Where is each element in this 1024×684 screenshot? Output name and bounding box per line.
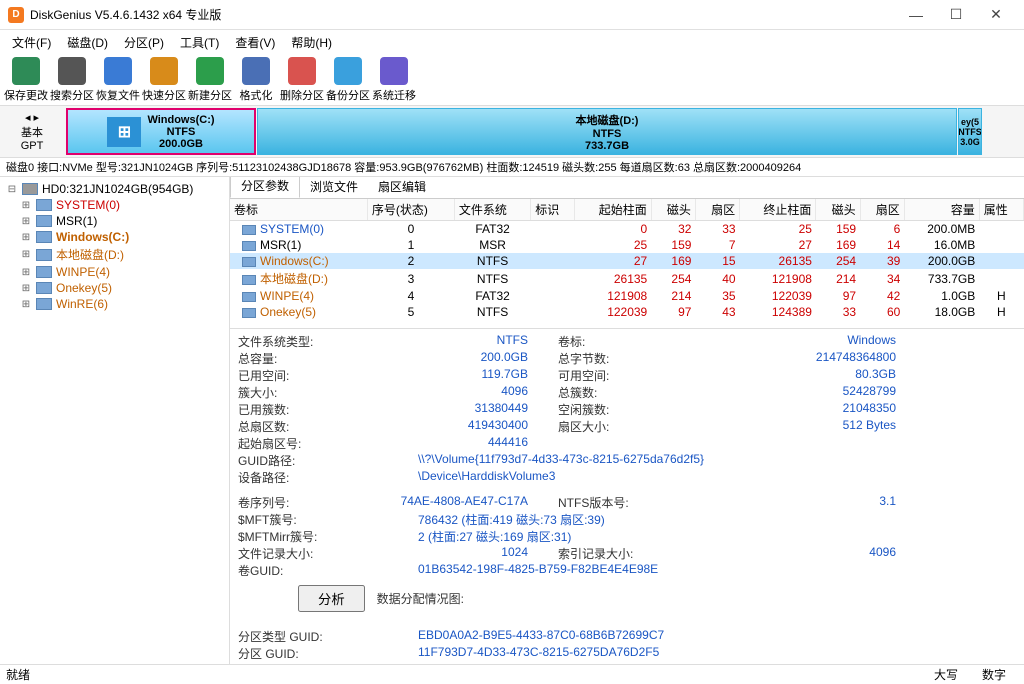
toolbar-搜索分区[interactable]: 搜索分区 — [50, 57, 94, 103]
tree-item-Onekey(5)[interactable]: ⊞Onekey(5) — [2, 280, 227, 296]
table-row[interactable]: Windows(C:)2NTFS27169152613525439200.0GB — [230, 253, 1024, 269]
menu-bar: 文件(F)磁盘(D)分区(P)工具(T)查看(V)帮助(H) — [0, 30, 1024, 54]
nav-arrows[interactable]: ◂ ▸ — [25, 111, 39, 124]
tree-item-WinRE(6)[interactable]: ⊞WinRE(6) — [2, 296, 227, 312]
partition-blocks: ⊞Windows(C:)NTFS200.0GB本地磁盘(D:)NTFS733.7… — [64, 106, 1024, 157]
col-header[interactable]: 标识 — [531, 199, 575, 221]
detail-row: 已用空间:119.7GB可用空间:80.3GB — [238, 367, 1016, 384]
menu-item-2[interactable]: 分区(P) — [116, 32, 172, 53]
detail-row: 分区 GUID:11F793D7-4D33-473C-8215-6275DA76… — [238, 645, 1016, 662]
tab-扇区编辑[interactable]: 扇区编辑 — [368, 177, 436, 198]
detail-row: 分区类型 GUID:EBD0A0A2-B9E5-4433-87C0-68B6B7… — [238, 628, 1016, 645]
analyze-button[interactable]: 分析 — [298, 585, 365, 612]
menu-item-5[interactable]: 帮助(H) — [283, 32, 340, 53]
menu-item-1[interactable]: 磁盘(D) — [59, 32, 116, 53]
table-row[interactable]: WINPE(4)4FAT321219082143512203997421.0GB… — [230, 288, 1024, 304]
detail-row: 文件记录大小:1024索引记录大小:4096 — [238, 545, 1016, 562]
toolbar-格式化[interactable]: 格式化 — [234, 57, 278, 103]
table-row[interactable]: 本地磁盘(D:)3NTFS261352544012190821434733.7G… — [230, 269, 1024, 288]
detail-row: 总容量:200.0GB总字节数:214748364800 — [238, 350, 1016, 367]
detail-row: 文件系统类型:NTFS卷标:Windows — [238, 333, 1016, 350]
detail-panel: 文件系统类型:NTFS卷标:Windows总容量:200.0GB总字节数:214… — [230, 329, 1024, 664]
tree-item-WINPE(4)[interactable]: ⊞WINPE(4) — [2, 264, 227, 280]
col-header[interactable]: 扇区 — [695, 199, 739, 221]
menu-item-3[interactable]: 工具(T) — [172, 32, 227, 53]
menu-item-4[interactable]: 查看(V) — [227, 32, 283, 53]
main-area: ⊟HD0:321JN1024GB(954GB)⊞SYSTEM(0)⊞MSR(1)… — [0, 176, 1024, 664]
toolbar: 保存更改搜索分区恢复文件快速分区新建分区格式化删除分区备份分区系统迁移 — [0, 54, 1024, 106]
tree-root[interactable]: ⊟HD0:321JN1024GB(954GB) — [2, 181, 227, 197]
toolbar-快速分区[interactable]: 快速分区 — [142, 57, 186, 103]
tree-item-Windows(C:)[interactable]: ⊞Windows(C:) — [2, 229, 227, 245]
partition-table-wrap: 卷标序号(状态)文件系统标识起始柱面磁头扇区终止柱面磁头扇区容量属性SYSTEM… — [230, 199, 1024, 329]
partition-block-Windows(C:)[interactable]: ⊞Windows(C:)NTFS200.0GB — [66, 108, 256, 155]
col-header[interactable]: 磁头 — [651, 199, 695, 221]
right-panel: 分区参数浏览文件扇区编辑 卷标序号(状态)文件系统标识起始柱面磁头扇区终止柱面磁… — [230, 177, 1024, 664]
detail-row: 设备路径:\Device\HarddiskVolume3 — [238, 469, 1016, 486]
maximize-button[interactable]: ☐ — [936, 6, 976, 23]
col-header[interactable]: 卷标 — [230, 199, 367, 221]
tab-浏览文件[interactable]: 浏览文件 — [300, 177, 368, 198]
tree-item-SYSTEM(0)[interactable]: ⊞SYSTEM(0) — [2, 197, 227, 213]
detail-row: 卷GUID:01B63542-198F-4825-B759-F82BE4E4E9… — [238, 562, 1016, 579]
toolbar-新建分区[interactable]: 新建分区 — [188, 57, 232, 103]
col-header[interactable]: 序号(状态) — [367, 199, 454, 221]
col-header[interactable]: 终止柱面 — [740, 199, 816, 221]
col-header[interactable]: 文件系统 — [454, 199, 530, 221]
window-title: DiskGenius V5.4.6.1432 x64 专业版 — [30, 6, 896, 23]
toolbar-icon — [58, 57, 86, 85]
status-ready: 就绪 — [6, 666, 30, 683]
col-header[interactable]: 扇区 — [860, 199, 904, 221]
detail-row: GUID路径:\\?\Volume{11f793d7-4d33-473c-821… — [238, 452, 1016, 469]
detail-row: 卷序列号:74AE-4808-AE47-C17ANTFS版本号:3.1 — [238, 494, 1016, 511]
close-button[interactable]: ✕ — [976, 6, 1016, 23]
toolbar-icon — [104, 57, 132, 85]
minimize-button[interactable]: — — [896, 7, 936, 23]
partition-tree: ⊟HD0:321JN1024GB(954GB)⊞SYSTEM(0)⊞MSR(1)… — [0, 177, 230, 664]
col-header[interactable]: 起始柱面 — [575, 199, 651, 221]
toolbar-icon — [196, 57, 224, 85]
toolbar-系统迁移[interactable]: 系统迁移 — [372, 57, 416, 103]
col-header[interactable]: 磁头 — [816, 199, 860, 221]
tab-分区参数[interactable]: 分区参数 — [230, 177, 300, 198]
partition-table: 卷标序号(状态)文件系统标识起始柱面磁头扇区终止柱面磁头扇区容量属性SYSTEM… — [230, 199, 1024, 320]
toolbar-icon — [380, 57, 408, 85]
detail-row: $MFTMirr簇号:2 (柱面:27 磁头:169 扇区:31) — [238, 528, 1016, 545]
partition-block-本地磁盘(D:)[interactable]: 本地磁盘(D:)NTFS733.7GB — [257, 108, 957, 155]
tree-item-MSR(1)[interactable]: ⊞MSR(1) — [2, 213, 227, 229]
status-bar: 就绪 大写 数字 — [0, 664, 1024, 684]
status-num: 数字 — [970, 666, 1018, 683]
app-icon: D — [8, 7, 24, 23]
tab-bar: 分区参数浏览文件扇区编辑 — [230, 177, 1024, 199]
table-row[interactable]: SYSTEM(0)0FAT3203233251596200.0MB — [230, 221, 1024, 238]
menu-item-0[interactable]: 文件(F) — [4, 32, 59, 53]
disk-info-line: 磁盘0 接口:NVMe 型号:321JN1024GB 序列号:511231024… — [0, 158, 1024, 176]
partition-block-ey(5[interactable]: ey(5NTFS3.0G — [958, 108, 982, 155]
toolbar-保存更改[interactable]: 保存更改 — [4, 57, 48, 103]
table-row[interactable]: Onekey(5)5NTFS1220399743124389336018.0GB… — [230, 304, 1024, 320]
toolbar-备份分区[interactable]: 备份分区 — [326, 57, 370, 103]
toolbar-icon — [150, 57, 178, 85]
col-header[interactable]: 容量 — [904, 199, 979, 221]
partition-scheme-label: ◂ ▸ 基本 GPT — [0, 106, 64, 157]
toolbar-icon — [288, 57, 316, 85]
toolbar-删除分区[interactable]: 删除分区 — [280, 57, 324, 103]
toolbar-icon — [12, 57, 40, 85]
title-bar: D DiskGenius V5.4.6.1432 x64 专业版 — ☐ ✕ — [0, 0, 1024, 30]
disk-layout-bar: ◂ ▸ 基本 GPT ⊞Windows(C:)NTFS200.0GB本地磁盘(D… — [0, 106, 1024, 158]
detail-row: 簇大小:4096总簇数:52428799 — [238, 384, 1016, 401]
detail-row: 已用簇数:31380449空闲簇数:21048350 — [238, 401, 1016, 418]
toolbar-恢复文件[interactable]: 恢复文件 — [96, 57, 140, 103]
toolbar-icon — [242, 57, 270, 85]
detail-row: 总扇区数:419430400扇区大小:512 Bytes — [238, 418, 1016, 435]
windows-icon: ⊞ — [107, 117, 141, 147]
table-row[interactable]: MSR(1)1MSR251597271691416.0MB — [230, 237, 1024, 253]
status-caps: 大写 — [922, 666, 970, 683]
tree-item-本地磁盘(D:)[interactable]: ⊞本地磁盘(D:) — [2, 245, 227, 264]
col-header[interactable]: 属性 — [979, 199, 1023, 221]
detail-row: 起始扇区号:444416 — [238, 435, 1016, 452]
toolbar-icon — [334, 57, 362, 85]
detail-row: $MFT簇号:786432 (柱面:419 磁头:73 扇区:39) — [238, 511, 1016, 528]
